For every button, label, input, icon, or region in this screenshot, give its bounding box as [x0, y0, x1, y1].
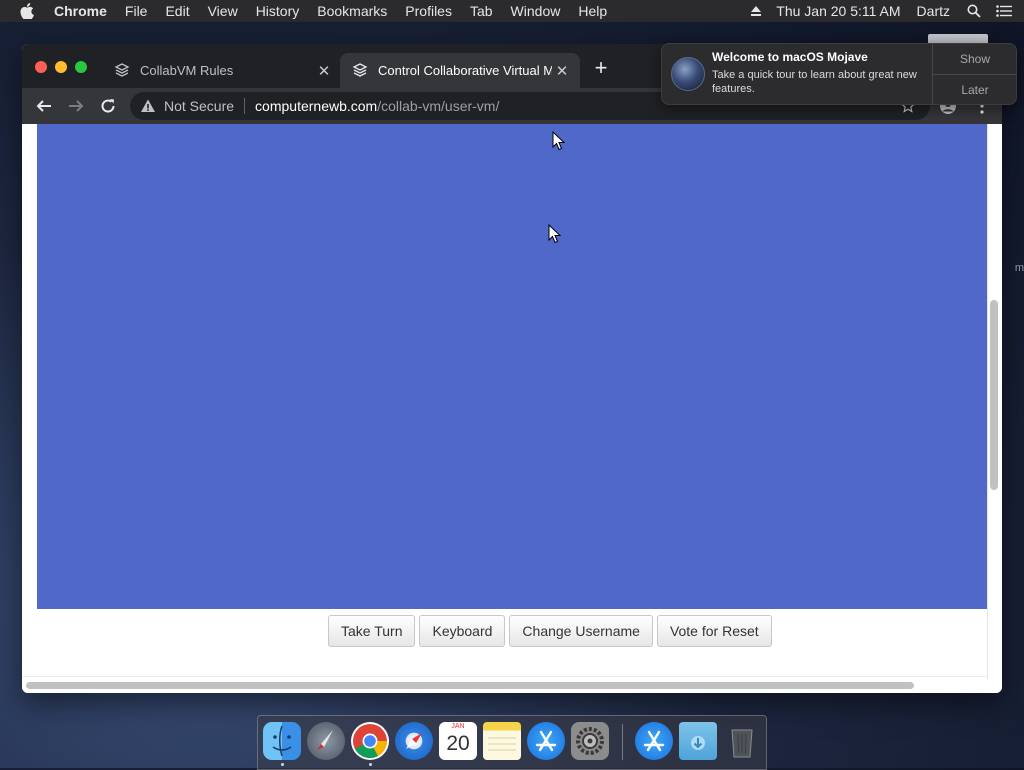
- trash-icon[interactable]: [723, 722, 761, 760]
- url-host: computernewb.com: [255, 98, 378, 114]
- vertical-scrollbar[interactable]: [990, 300, 998, 490]
- notes-icon[interactable]: [483, 722, 521, 760]
- menu-file[interactable]: File: [125, 0, 148, 22]
- dock: JAN 20: [257, 715, 767, 770]
- launchpad-icon[interactable]: [307, 722, 345, 760]
- chrome-running-indicator: [369, 763, 372, 766]
- safari-icon[interactable]: [395, 722, 433, 760]
- security-status-label[interactable]: Not Secure: [164, 98, 234, 114]
- menu-bar: Chrome File Edit View History Bookmarks …: [0, 0, 1024, 22]
- calendar-month-label: JAN: [451, 723, 465, 730]
- url-path: /collab-vm/user-vm/: [377, 98, 500, 114]
- horizontal-scrollbar[interactable]: [26, 682, 914, 689]
- apple-menu-icon[interactable]: [20, 0, 38, 22]
- back-arrow-icon[interactable]: [32, 94, 56, 118]
- vm-display[interactable]: [37, 124, 987, 609]
- reload-icon[interactable]: [96, 94, 120, 118]
- remote-cursor-icon: [552, 131, 566, 151]
- menu-view[interactable]: View: [208, 0, 238, 22]
- collabvm-favicon-icon: [352, 62, 368, 77]
- mojave-logo-icon: [671, 57, 705, 91]
- system-preferences-icon[interactable]: [571, 722, 609, 760]
- app-menu-chrome[interactable]: Chrome: [54, 0, 107, 22]
- menu-window[interactable]: Window: [511, 0, 561, 22]
- forward-arrow-icon[interactable]: [64, 94, 88, 118]
- menu-history[interactable]: History: [256, 0, 300, 22]
- chrome-icon[interactable]: [351, 722, 389, 760]
- change-username-button[interactable]: Change Username: [509, 615, 653, 647]
- finder-running-indicator: [281, 763, 284, 766]
- mojave-notification[interactable]: Welcome to macOS Mojave Take a quick tou…: [661, 43, 1017, 105]
- calendar-icon[interactable]: JAN 20: [439, 722, 477, 760]
- chrome-window: CollabVM Rules ✕ Control Collaborative V…: [22, 44, 1002, 693]
- eject-icon[interactable]: [746, 0, 766, 22]
- tab-title: Control Collaborative Virtual M: [378, 63, 552, 78]
- desktop-label-fragment: m: [1014, 262, 1024, 274]
- calendar-day-label: 20: [446, 732, 470, 755]
- tab-title: CollabVM Rules: [140, 63, 234, 78]
- menu-user[interactable]: Dartz: [917, 3, 950, 19]
- app-store-download-icon[interactable]: [635, 722, 673, 760]
- mouse-cursor-icon: [548, 224, 562, 244]
- tab-collabvm-rules[interactable]: CollabVM Rules ✕: [102, 53, 342, 88]
- vote-for-reset-button[interactable]: Vote for Reset: [656, 615, 772, 647]
- vm-controls: Take Turn Keyboard Change Username Vote …: [328, 615, 776, 647]
- keyboard-button[interactable]: Keyboard: [419, 615, 506, 647]
- new-tab-button[interactable]: +: [590, 57, 612, 80]
- notification-show-button[interactable]: Show: [933, 44, 1017, 74]
- finder-icon[interactable]: [263, 722, 301, 760]
- dock-separator: [622, 724, 623, 760]
- menu-tab[interactable]: Tab: [470, 0, 493, 22]
- tab-close-icon[interactable]: ✕: [552, 62, 572, 80]
- menu-profiles[interactable]: Profiles: [405, 0, 452, 22]
- tab-close-icon[interactable]: ✕: [314, 62, 334, 80]
- page-content: Take Turn Keyboard Change Username Vote …: [22, 124, 1002, 693]
- content-divider: [22, 676, 987, 677]
- notification-later-button[interactable]: Later: [933, 74, 1017, 105]
- tab-control-collaborative-vm[interactable]: Control Collaborative Virtual M ✕: [340, 53, 580, 88]
- omnibox-divider: [244, 98, 246, 114]
- notification-body: Take a quick tour to learn about great n…: [712, 69, 917, 95]
- menu-clock[interactable]: Thu Jan 20 5:11 AM: [776, 3, 900, 19]
- zoom-window-button[interactable]: [75, 61, 87, 73]
- close-window-button[interactable]: [35, 61, 47, 73]
- notification-title: Welcome to macOS Mojave: [712, 50, 868, 64]
- content-border: [987, 124, 988, 679]
- take-turn-button[interactable]: Take Turn: [328, 615, 416, 647]
- menu-bookmarks[interactable]: Bookmarks: [317, 0, 387, 22]
- menu-edit[interactable]: Edit: [165, 0, 189, 22]
- collabvm-favicon-icon: [114, 62, 130, 77]
- menu-help[interactable]: Help: [578, 0, 607, 22]
- minimize-window-button[interactable]: [55, 61, 67, 73]
- warning-triangle-icon: [141, 99, 155, 112]
- notification-center-icon[interactable]: [994, 0, 1014, 22]
- downloads-folder-icon[interactable]: [679, 722, 717, 760]
- app-store-icon[interactable]: [527, 722, 565, 760]
- spotlight-search-icon[interactable]: [964, 0, 984, 22]
- notification-actions: Show Later: [932, 44, 1017, 104]
